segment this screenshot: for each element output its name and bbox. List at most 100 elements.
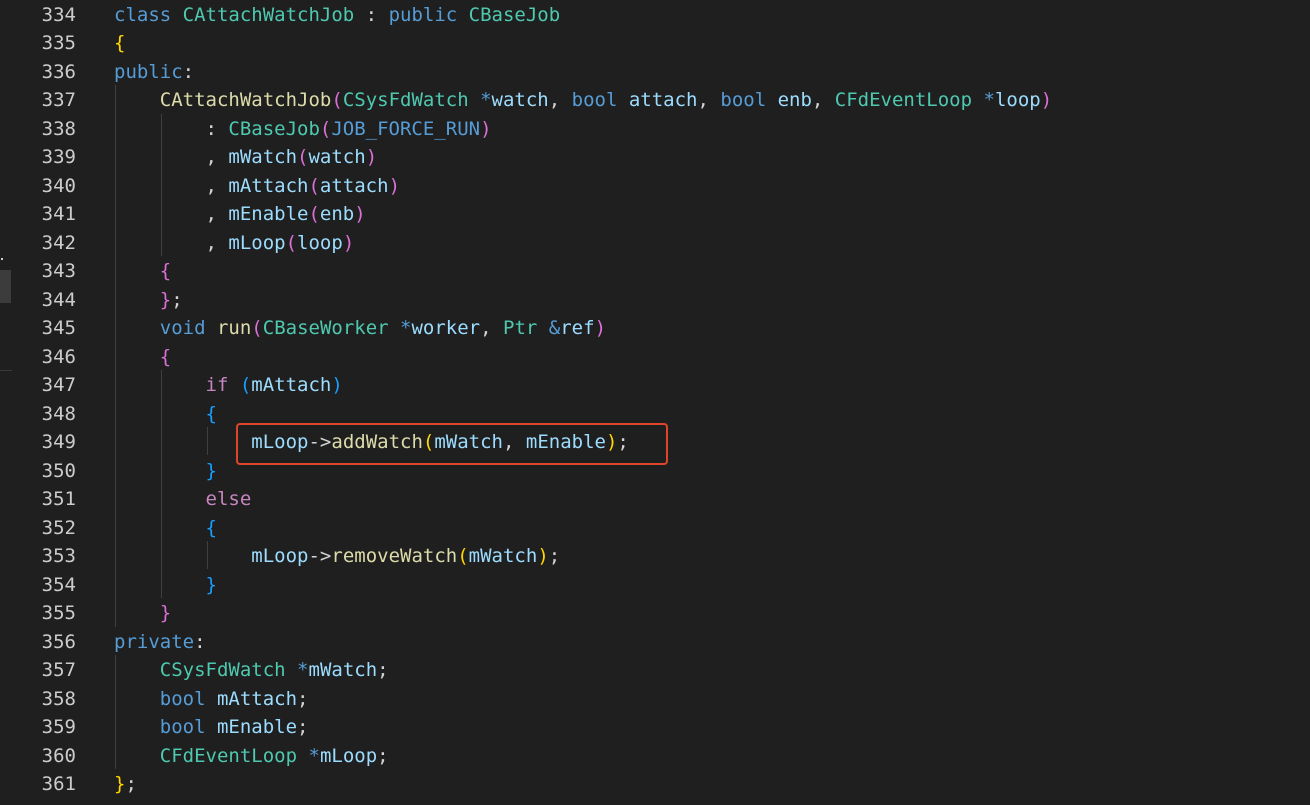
code-token: mAttach	[228, 174, 309, 197]
code-token: mWatch	[228, 146, 298, 168]
code-token: }	[205, 459, 217, 482]
code-token: (	[239, 374, 252, 396]
code-line[interactable]: , mWatch(watch)	[114, 143, 378, 172]
code-token: (	[285, 231, 298, 254]
code-token: }	[205, 573, 217, 596]
code-token: mAttach	[216, 687, 298, 710]
line-number: 346	[41, 345, 76, 368]
code-line[interactable]: CAttachWatchJob(CSysFdWatch *watch, bool…	[114, 86, 1052, 115]
line-number: 352	[41, 516, 76, 539]
code-line[interactable]: , mAttach(attach)	[114, 172, 401, 201]
code-token: CBaseJob	[468, 3, 561, 26]
code-token: ;	[548, 545, 561, 567]
code-token: bool	[159, 687, 217, 710]
code-token: (	[251, 317, 263, 339]
code-line[interactable]: , mLoop(loop)	[114, 229, 355, 258]
code-token: CSysFdWatch	[342, 89, 481, 111]
code-token: bool	[720, 89, 778, 111]
code-token: run	[216, 317, 252, 339]
line-number: 343	[41, 260, 76, 282]
code-token: )	[354, 203, 366, 225]
code-line[interactable]: private:	[114, 628, 206, 657]
code-editor[interactable]: 334 335 336 337 338 339 340 341 342 343 344 345 346 3…	[0, 0, 1310, 805]
code-line[interactable]: if (mAttach)	[114, 371, 343, 400]
code-token: *	[480, 89, 492, 111]
code-token: public	[114, 60, 183, 83]
code-token: void	[159, 317, 217, 339]
code-line[interactable]: }	[114, 599, 171, 628]
code-line[interactable]: public:	[114, 58, 194, 87]
code-token: ,	[114, 203, 229, 225]
code-token: ->	[308, 545, 332, 567]
code-token: CBaseWorker	[262, 317, 401, 339]
code-token: watch	[308, 146, 366, 168]
code-token: :	[354, 3, 389, 26]
code-token: (	[297, 146, 309, 168]
code-token: }	[114, 773, 126, 795]
code-token: )	[365, 146, 378, 168]
line-number: 359	[41, 716, 76, 738]
line-number: 337	[41, 89, 76, 111]
code-token: mLoop	[319, 744, 378, 767]
line-number: 340	[41, 174, 76, 197]
line-number-gutter[interactable]: 334 335 336 337 338 339 340 341 342 343 344 345 346 3…	[12, 0, 82, 805]
code-token: ;	[297, 716, 309, 738]
code-line[interactable]: else	[114, 485, 252, 514]
line-number: 349	[41, 431, 76, 453]
code-token: bool	[571, 89, 629, 111]
code-line[interactable]: {	[114, 514, 217, 543]
code-token: CFdEventLoop	[834, 89, 984, 111]
code-token: (	[319, 117, 332, 140]
code-text-area[interactable]: class CAttachWatchJob : public CBaseJob{…	[114, 0, 1310, 805]
line-number: 347	[41, 374, 76, 396]
code-line[interactable]: void run(CBaseWorker *worker, Ptr &ref)	[114, 314, 606, 343]
code-line[interactable]: class CAttachWatchJob : public CBaseJob	[114, 1, 560, 30]
code-token: {	[159, 260, 172, 282]
code-line[interactable]: };	[114, 770, 137, 799]
code-token: {	[205, 402, 217, 425]
code-line[interactable]: bool mAttach;	[114, 685, 309, 714]
code-line[interactable]: : CBaseJob(JOB_FORCE_RUN)	[114, 115, 492, 144]
strip-divider	[0, 370, 12, 371]
strip-dot	[1, 258, 3, 260]
code-token: (	[308, 174, 320, 197]
code-token: ,	[811, 89, 835, 111]
code-token: attach	[628, 89, 698, 111]
code-token: ,	[114, 146, 229, 168]
code-line[interactable]: {	[114, 400, 217, 429]
code-line[interactable]: {	[114, 29, 125, 58]
code-token: )	[342, 231, 355, 254]
code-line[interactable]: {	[114, 343, 171, 372]
code-token: Ptr	[503, 317, 549, 339]
code-line[interactable]: , mEnable(enb)	[114, 200, 366, 229]
code-line[interactable]: CFdEventLoop *mLoop;	[114, 742, 389, 771]
code-line[interactable]: }	[114, 571, 217, 600]
code-line[interactable]: mLoop->removeWatch(mWatch);	[114, 542, 560, 571]
code-token: ,	[114, 231, 229, 254]
strip-active-marker	[0, 270, 11, 303]
line-number: 335	[41, 32, 76, 54]
code-token: ,	[697, 89, 721, 111]
code-line[interactable]: };	[114, 286, 183, 315]
code-token: mLoop	[251, 545, 309, 567]
code-token: enb	[777, 89, 812, 111]
code-line[interactable]: CSysFdWatch *mWatch;	[114, 656, 389, 685]
code-token: attach	[319, 174, 389, 197]
code-token: ,	[114, 174, 229, 197]
code-token: ,	[480, 317, 504, 339]
code-line[interactable]: bool mEnable;	[114, 713, 309, 742]
code-token: worker	[411, 317, 481, 339]
code-token: mWatch	[468, 545, 538, 567]
code-token: {	[159, 345, 172, 368]
code-line[interactable]: }	[114, 457, 217, 486]
code-token: CBaseJob	[228, 117, 320, 140]
code-token: mAttach	[251, 374, 332, 396]
code-line[interactable]: {	[114, 257, 171, 286]
code-token: (	[308, 203, 320, 225]
